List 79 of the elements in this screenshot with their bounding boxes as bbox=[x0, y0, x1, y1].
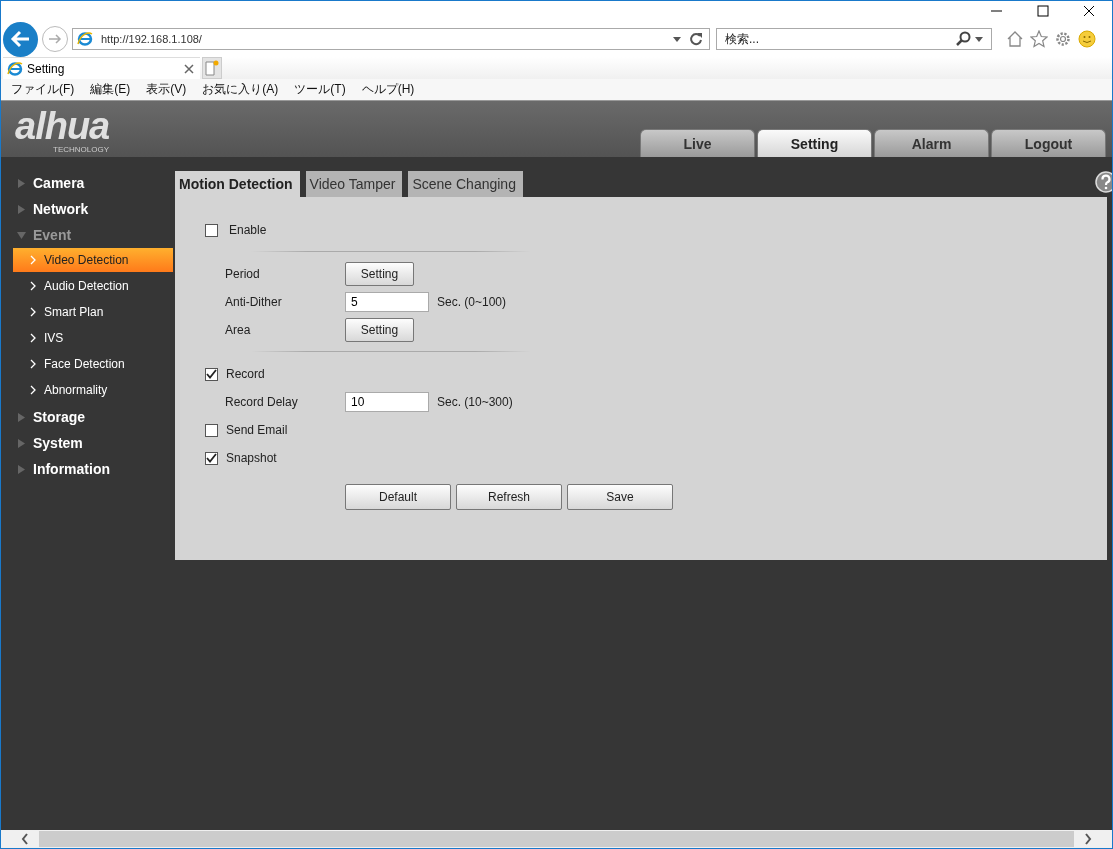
chevron-right-icon[interactable] bbox=[1084, 833, 1092, 845]
chevron-right-icon bbox=[30, 255, 36, 265]
field-label: Area bbox=[225, 323, 252, 337]
field-label: Anti-Dither bbox=[225, 295, 283, 309]
menu-item[interactable]: ヘルプ(H) bbox=[361, 81, 415, 98]
sidebar-item[interactable]: Storage bbox=[1, 404, 175, 430]
action-button[interactable]: Save bbox=[567, 484, 673, 510]
sidebar-item[interactable]: Event bbox=[1, 222, 175, 248]
menu-item[interactable]: 編集(E) bbox=[90, 81, 131, 98]
setting-button[interactable]: Setting bbox=[345, 318, 414, 342]
menu-item[interactable]: ツール(T) bbox=[294, 81, 346, 98]
sidebar-item[interactable]: Network bbox=[1, 196, 175, 222]
sidebar-item[interactable]: Camera bbox=[1, 170, 175, 196]
logo-subtitle: TECHNOLOGY bbox=[53, 145, 110, 154]
tab[interactable]: Video Tamper bbox=[305, 171, 403, 197]
sidebar-item[interactable]: System bbox=[1, 430, 175, 456]
field-label: Record Delay bbox=[225, 395, 299, 409]
chevron-right-icon bbox=[30, 385, 36, 395]
search-field[interactable]: 検索... bbox=[716, 28, 992, 50]
help-icon[interactable] bbox=[1095, 171, 1112, 193]
url-text: http://192.168.1.108/ bbox=[101, 33, 203, 45]
unit-text: Sec. (10~300) bbox=[437, 395, 513, 409]
refresh-icon[interactable] bbox=[689, 32, 703, 46]
logo-text: alhua bbox=[15, 107, 110, 145]
dropdown-caret-icon[interactable] bbox=[975, 36, 983, 42]
tab[interactable]: Motion Detection bbox=[175, 171, 300, 197]
chevron-right-icon bbox=[30, 333, 36, 343]
browser-logo-icon bbox=[77, 31, 93, 47]
chevron-left-icon[interactable] bbox=[21, 833, 29, 845]
address-bar[interactable]: http://192.168.1.108/ bbox=[72, 28, 710, 50]
horizontal-scrollbar[interactable] bbox=[1, 830, 1112, 848]
search-icon[interactable] bbox=[955, 31, 971, 47]
maximize-icon bbox=[1037, 5, 1049, 17]
menu-item[interactable]: 表示(V) bbox=[146, 81, 187, 98]
checkbox-label: Snapshot bbox=[226, 451, 277, 465]
browser-logo-icon bbox=[7, 60, 23, 77]
close-icon[interactable] bbox=[184, 63, 194, 74]
chevron-right-icon bbox=[30, 359, 36, 369]
home-icon[interactable] bbox=[1006, 30, 1024, 48]
sidebar-subitem[interactable]: Abnormality bbox=[13, 378, 173, 402]
menu-item[interactable]: お気に入り(A) bbox=[202, 81, 279, 98]
sidebar-item[interactable]: Information bbox=[1, 456, 175, 482]
checkbox-label: Send Email bbox=[226, 423, 288, 437]
checkbox[interactable] bbox=[205, 423, 218, 437]
browser-tab[interactable]: Setting bbox=[3, 57, 200, 79]
chevron-right-icon bbox=[30, 307, 36, 317]
settings-icon[interactable] bbox=[1054, 30, 1072, 48]
chevron-right-icon bbox=[30, 281, 36, 291]
nav-tab[interactable]: Live bbox=[640, 129, 755, 157]
unit-text: Sec. (0~100) bbox=[437, 295, 507, 309]
arrow-right-icon bbox=[48, 32, 62, 46]
star-icon[interactable] bbox=[1030, 30, 1048, 48]
field-label: Period bbox=[225, 267, 261, 281]
sidebar-subitem[interactable]: Face Detection bbox=[13, 352, 173, 376]
input-field[interactable]: 10 bbox=[345, 392, 429, 412]
sidebar-subitem[interactable]: Smart Plan bbox=[13, 300, 173, 324]
action-button[interactable]: Default bbox=[345, 484, 451, 510]
smiley-icon[interactable] bbox=[1078, 30, 1096, 48]
checkbox-label: Record bbox=[226, 367, 265, 381]
input-field[interactable]: 5 bbox=[345, 292, 429, 312]
tab[interactable]: Scene Changing bbox=[408, 171, 523, 197]
arrow-left-icon bbox=[9, 28, 32, 50]
sidebar-subitem[interactable]: IVS bbox=[13, 326, 173, 350]
nav-tab[interactable]: Logout bbox=[991, 129, 1106, 157]
sidebar-subitem[interactable]: Audio Detection bbox=[13, 274, 173, 298]
close-icon bbox=[1083, 5, 1095, 17]
sidebar-subitem[interactable]: Video Detection bbox=[13, 248, 173, 272]
nav-tab[interactable]: Alarm bbox=[874, 129, 989, 157]
checkbox[interactable] bbox=[205, 223, 218, 237]
checkbox[interactable] bbox=[205, 367, 218, 381]
dropdown-caret-icon[interactable] bbox=[673, 36, 681, 42]
nav-tab[interactable]: Setting bbox=[757, 129, 872, 157]
tab-title: Setting bbox=[27, 61, 66, 76]
action-button[interactable]: Refresh bbox=[456, 484, 562, 510]
back-button[interactable] bbox=[3, 21, 38, 57]
menu-item[interactable]: ファイル(F) bbox=[11, 81, 75, 98]
checkbox-label: Enable bbox=[229, 223, 267, 237]
setting-button[interactable]: Setting bbox=[345, 262, 414, 286]
checkbox[interactable] bbox=[205, 451, 218, 465]
